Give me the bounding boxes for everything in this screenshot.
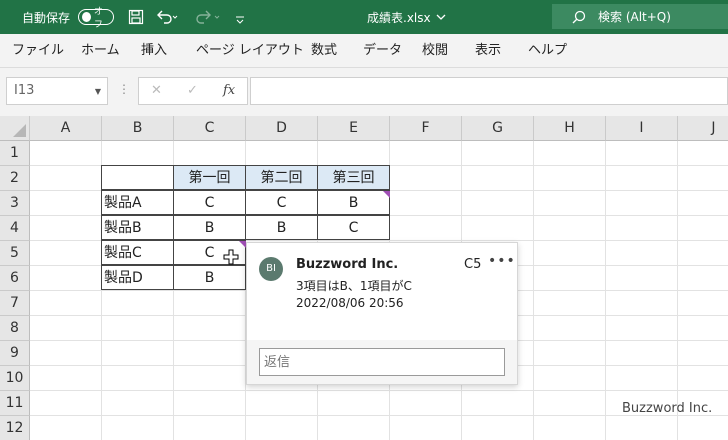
reply-input[interactable] (259, 348, 505, 376)
cancel-icon[interactable]: ✕ (151, 83, 162, 98)
table-cell[interactable]: C (245, 190, 318, 215)
tab-page-layout[interactable]: ページ レイアウト (196, 34, 304, 68)
formula-buttons: ✕ ✓ fx (138, 77, 248, 105)
comment-indicator-icon[interactable] (383, 191, 390, 198)
row-header[interactable]: 2 (0, 166, 30, 191)
row-header[interactable]: 4 (0, 216, 30, 241)
file-name[interactable]: 成績表.xlsx (367, 0, 446, 34)
table-header-empty[interactable] (101, 165, 174, 190)
row-header[interactable]: 11 (0, 391, 30, 416)
column-header[interactable]: I (606, 116, 678, 141)
table-header[interactable]: 第一回 (173, 165, 246, 190)
more-actions-icon[interactable]: ••• (488, 253, 516, 269)
name-box-value: I13 (14, 83, 35, 98)
table-cell[interactable]: B (245, 215, 318, 240)
formula-input[interactable] (250, 77, 728, 105)
autosave-toggle[interactable]: オフ (72, 0, 114, 34)
row-header[interactable]: 3 (0, 191, 30, 216)
column-header[interactable]: B (102, 116, 174, 141)
avatar: BI (259, 257, 283, 281)
search-icon (572, 10, 586, 23)
name-box[interactable]: I13 ▼ (6, 77, 108, 105)
undo-icon[interactable] (156, 0, 178, 34)
table-row-label[interactable]: 製品D (101, 265, 174, 290)
tab-insert[interactable]: 挿入 (141, 34, 167, 68)
more-options-icon[interactable]: ⋮ (118, 82, 130, 96)
column-header[interactable]: A (30, 116, 102, 141)
table-cell[interactable]: C (173, 190, 246, 215)
select-all-corner[interactable] (0, 116, 30, 141)
tab-home[interactable]: ホーム (81, 34, 120, 68)
tab-file[interactable]: ファイル (12, 34, 64, 68)
row-header[interactable]: 10 (0, 366, 30, 391)
column-header[interactable]: G (462, 116, 534, 141)
tab-review[interactable]: 校閲 (422, 34, 448, 68)
table-row-label[interactable]: 製品A (101, 190, 174, 215)
formula-bar: I13 ▼ ⋮ ✕ ✓ fx (0, 68, 728, 116)
table-header[interactable]: 第二回 (245, 165, 318, 190)
comment-card[interactable]: BI Buzzword Inc. C5 ••• 3項目はB、1項目がC 2022… (246, 242, 518, 385)
row-header[interactable]: 8 (0, 316, 30, 341)
chevron-down-icon[interactable]: ▼ (95, 87, 101, 96)
enter-icon[interactable]: ✓ (187, 83, 198, 98)
search-placeholder: 検索 (Alt+Q) (598, 10, 671, 24)
row-header[interactable]: 9 (0, 341, 30, 366)
autosave-state: オフ (93, 7, 103, 30)
reply-area (247, 340, 517, 384)
column-header[interactable]: H (534, 116, 606, 141)
table-cell[interactable]: B (173, 215, 246, 240)
save-icon[interactable] (128, 0, 144, 34)
row-header[interactable]: 6 (0, 266, 30, 291)
tab-help[interactable]: ヘルプ (528, 34, 567, 68)
column-header[interactable]: C (174, 116, 246, 141)
table-cell[interactable]: B (317, 190, 390, 215)
tab-view[interactable]: 表示 (475, 34, 501, 68)
row-header[interactable]: 7 (0, 291, 30, 316)
column-header[interactable]: F (390, 116, 462, 141)
comment-date: 2022/08/06 20:56 (296, 296, 404, 310)
redo-icon[interactable] (196, 0, 222, 34)
table-cell[interactable]: C (317, 215, 390, 240)
comment-cell-ref: C5 (464, 257, 482, 272)
column-header[interactable]: E (318, 116, 390, 141)
autosave-label: 自動保存 (22, 10, 71, 25)
ribbon-tabs: ファイル ホーム 挿入 ページ レイアウト 数式 データ 校閲 表示 ヘルプ (0, 34, 728, 68)
watermark: Buzzword Inc. (622, 401, 713, 416)
column-header[interactable]: J (678, 116, 728, 141)
comment-text: 3項目はB、1項目がC (296, 279, 412, 293)
gridline (30, 390, 728, 391)
comment-author: Buzzword Inc. (296, 257, 399, 272)
cursor-icon (223, 249, 239, 269)
row-header[interactable]: 1 (0, 141, 30, 166)
comment-indicator-icon[interactable] (239, 241, 246, 248)
row-header[interactable]: 5 (0, 241, 30, 266)
title-bar: 自動保存 オフ 成績表.xlsx 検索 (Alt+Q) (0, 0, 728, 34)
table-header[interactable]: 第三回 (317, 165, 390, 190)
table-row-label[interactable]: 製品C (101, 240, 174, 265)
insert-function-icon[interactable]: fx (223, 83, 235, 98)
tab-data[interactable]: データ (363, 34, 402, 68)
search-box[interactable]: 検索 (Alt+Q) (552, 4, 728, 29)
table-row-label[interactable]: 製品B (101, 215, 174, 240)
chevron-down-icon (436, 14, 446, 20)
customize-toolbar-icon[interactable] (235, 0, 245, 34)
row-header[interactable]: 12 (0, 416, 30, 440)
column-header[interactable]: D (246, 116, 318, 141)
tab-formulas[interactable]: 数式 (311, 34, 337, 68)
